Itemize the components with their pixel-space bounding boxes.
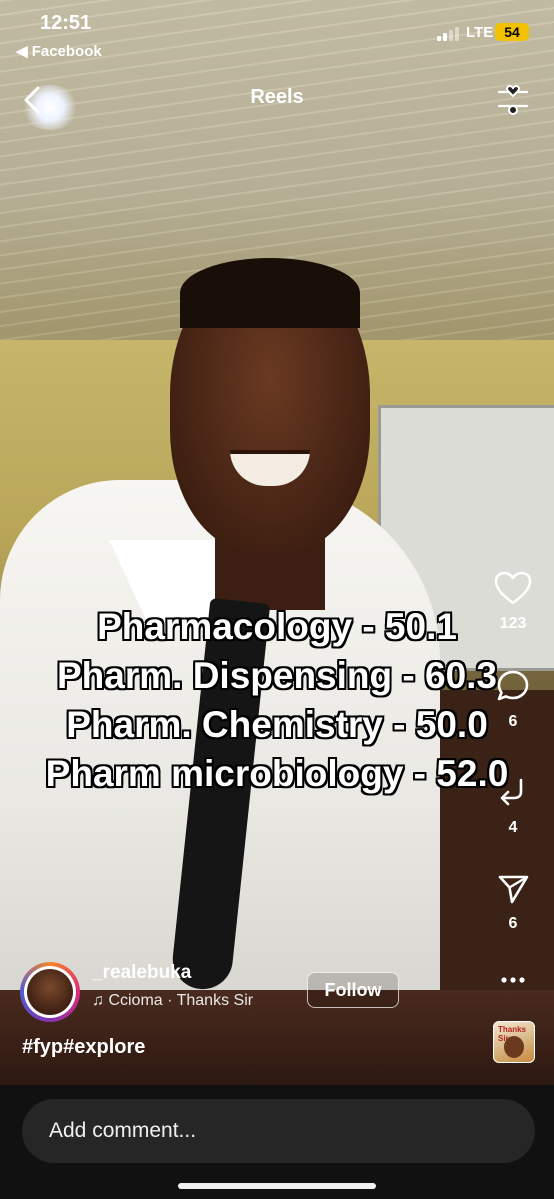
reels-screen: 12:51 ◀ Facebook LTE 54 Reels Pharmacolo…	[0, 0, 554, 1199]
preferences-icon	[497, 85, 529, 115]
battery-icon: 54	[495, 23, 529, 41]
home-indicator	[178, 1183, 376, 1189]
repost-count: 4	[508, 819, 518, 836]
overlay-line: Pharm. Dispensing - 60.3	[56, 655, 498, 696]
audio-thumbnail-art	[504, 1036, 524, 1058]
comment-count: 6	[508, 713, 518, 730]
back-to-app-link[interactable]: ◀ Facebook	[16, 42, 102, 60]
comment-icon	[497, 670, 529, 701]
status-time: 12:51	[40, 12, 92, 34]
send-icon	[498, 875, 529, 904]
follow-button[interactable]: Follow	[307, 972, 399, 1008]
comment-input-placeholder: Add comment...	[49, 1119, 197, 1142]
more-button[interactable]	[496, 968, 530, 992]
more-icon	[501, 977, 525, 983]
like-button[interactable]: 123	[490, 570, 536, 633]
reel-caption[interactable]: #fyp#explore	[22, 1036, 145, 1059]
share-button[interactable]: 6	[490, 870, 536, 933]
avatar-image	[27, 969, 73, 1015]
signal-icon	[437, 25, 463, 41]
video-text-overlay: Pharmacology - 50.1 Pharm. Dispensing - …	[0, 602, 554, 798]
network-label: LTE	[466, 24, 494, 41]
author-username[interactable]: _realebuka	[92, 962, 191, 984]
share-count: 6	[508, 915, 518, 932]
audio-track[interactable]: ♫ Ccioma · Thanks Sir	[92, 992, 253, 1010]
heart-icon	[494, 571, 532, 605]
settings-button[interactable]	[496, 82, 530, 116]
like-count: 123	[499, 615, 527, 632]
repost-button[interactable]: 4	[490, 776, 536, 837]
status-bar: 12:51 ◀ Facebook LTE 54	[0, 0, 554, 70]
reel-video[interactable]	[0, 0, 554, 1085]
repost-icon	[500, 778, 523, 806]
comment-button[interactable]: 6	[490, 668, 536, 731]
audio-thumbnail[interactable]: Thanks Sir	[493, 1021, 535, 1063]
video-person-hair	[180, 258, 360, 328]
overlay-line: Pharm. Chemistry - 50.0	[66, 704, 488, 745]
page-title: Reels	[250, 86, 304, 108]
overlay-line: Pharmacology - 50.1	[97, 606, 457, 647]
overlay-line: Pharm microbiology - 52.0	[45, 753, 509, 794]
